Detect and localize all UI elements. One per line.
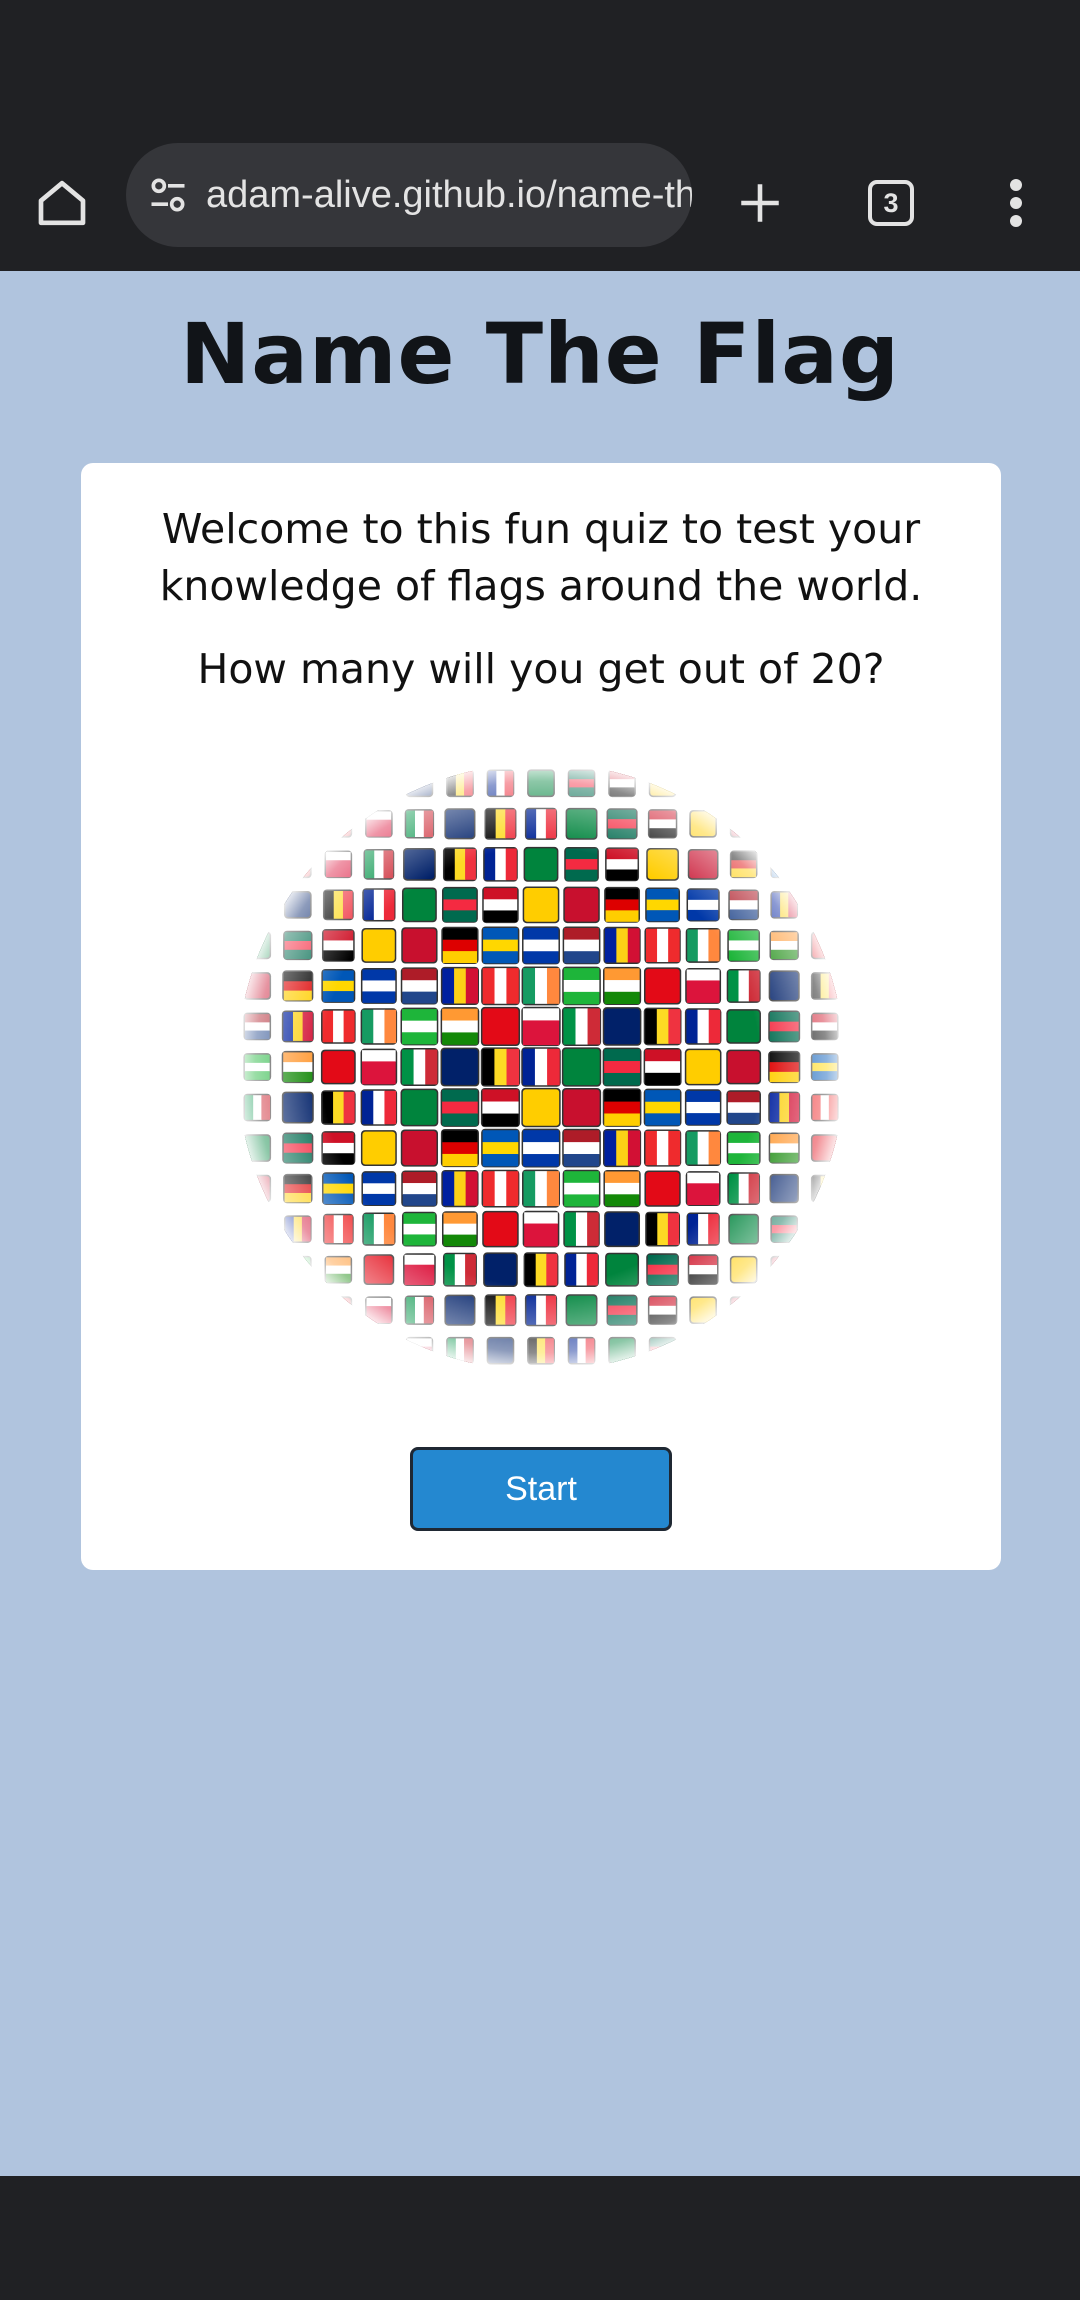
flag-tile	[243, 1215, 272, 1243]
flag-tile	[365, 769, 393, 798]
flag-tile	[689, 1336, 717, 1365]
new-tab-button[interactable]	[712, 155, 808, 251]
page-title: Name The Flag	[179, 305, 901, 403]
home-icon	[38, 180, 86, 226]
flag-tile	[689, 769, 717, 798]
flag-tile	[810, 891, 839, 919]
quiz-card: Welcome to this fun quiz to test your kn…	[81, 463, 1001, 1570]
home-button[interactable]	[14, 155, 110, 251]
system-navigation-bar	[0, 2176, 1080, 2300]
url-text[interactable]: adam-alive.github.io/name-the-flag/	[206, 174, 692, 217]
page-content: Name The Flag Welcome to this fun quiz t…	[0, 271, 1080, 2176]
browser-toolbar: adam-alive.github.io/name-the-flag/ 3	[0, 135, 1080, 270]
flag-tile	[365, 1336, 393, 1365]
start-button[interactable]: Start	[410, 1447, 672, 1531]
question-text: How many will you get out of 20?	[197, 645, 885, 693]
flag-globe-image	[233, 759, 849, 1375]
address-bar[interactable]: adam-alive.github.io/name-the-flag/	[126, 143, 692, 247]
more-vert-icon	[1010, 179, 1022, 227]
tab-switcher-icon: 3	[868, 180, 914, 226]
tune-icon[interactable]	[146, 173, 190, 217]
status-bar	[0, 0, 1080, 135]
flag-tile	[810, 1215, 839, 1243]
plus-icon	[741, 184, 779, 222]
menu-button[interactable]	[968, 155, 1064, 251]
welcome-text: Welcome to this fun quiz to test your kn…	[159, 505, 923, 610]
flag-tile	[243, 891, 272, 919]
tab-switcher-button[interactable]: 3	[843, 155, 939, 251]
